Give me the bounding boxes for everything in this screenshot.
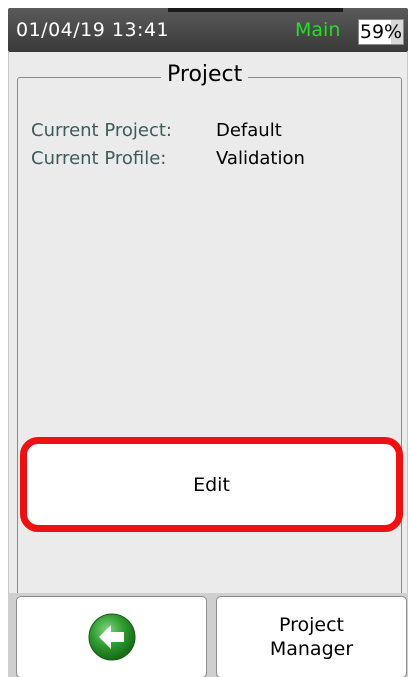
current-project-row: Current Project: Default [31, 120, 282, 141]
status-bar: 01/04/19 13:41 Main 59% [8, 8, 408, 52]
current-profile-label: Current Profile: [31, 148, 167, 169]
datetime: 01/04/19 13:41 [16, 19, 170, 41]
project-manager-label-line2: Manager [269, 638, 354, 660]
panel-title: Project [161, 62, 249, 87]
edit-button[interactable]: Edit [20, 437, 403, 532]
current-project-value: Default [216, 120, 282, 141]
device-screen: 01/04/19 13:41 Main 59% Project Current … [0, 0, 410, 677]
status-bar-edge [168, 8, 343, 12]
battery-percent: 59% [359, 21, 403, 43]
bottom-toolbar: Project Manager [8, 593, 408, 677]
current-profile-row: Current Profile: Validation [31, 148, 305, 169]
current-profile-value: Validation [216, 148, 305, 169]
project-manager-button[interactable]: Project Manager [216, 596, 407, 677]
battery-indicator: 59% [358, 19, 404, 45]
current-project-label: Current Project: [31, 120, 172, 141]
back-button[interactable] [16, 596, 207, 677]
mode-indicator: Main [295, 19, 341, 41]
back-arrow-icon [88, 613, 135, 661]
project-manager-label-line1: Project [278, 614, 344, 636]
